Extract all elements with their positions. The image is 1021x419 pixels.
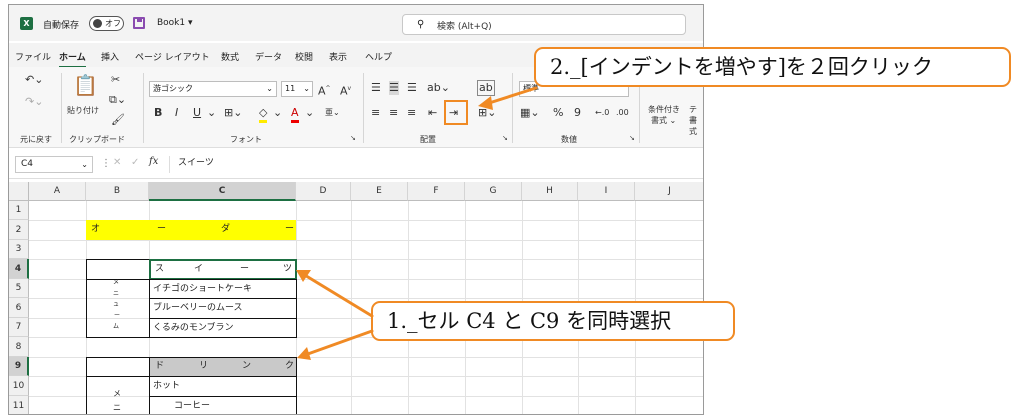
callout-arrows: [296, 86, 538, 360]
arrow-to-indent-button: [484, 86, 538, 106]
arrowhead: [478, 96, 493, 110]
arrowhead: [297, 347, 311, 360]
arrow-to-c4: [301, 272, 374, 318]
arrow-to-c9: [303, 329, 374, 357]
